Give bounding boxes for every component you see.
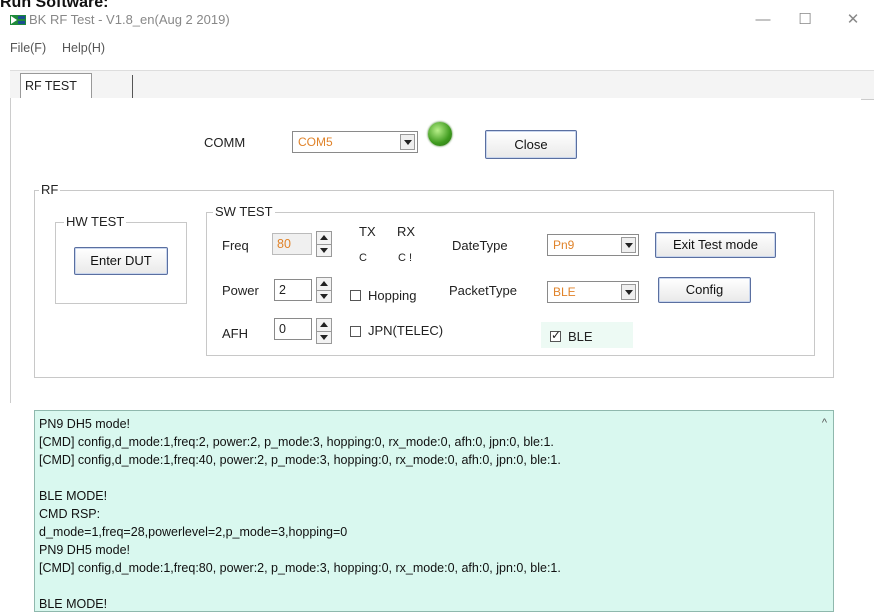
rf-group-title: RF [39, 182, 61, 197]
tab-empty[interactable] [132, 75, 133, 99]
packettype-select[interactable]: BLE [547, 281, 639, 303]
afh-stepper[interactable] [316, 318, 332, 344]
arrow-down-icon[interactable] [317, 244, 331, 256]
log-line: BLE MODE! [39, 489, 108, 503]
sw-test-title: SW TEST [213, 204, 275, 219]
menu-bar: File(F) Help(H) [0, 38, 874, 58]
exit-test-mode-button[interactable]: Exit Test mode [655, 232, 776, 258]
log-line: [CMD] config,d_mode:1,freq:40, power:2, … [39, 453, 561, 467]
jpn-telec-label: JPN(TELEC) [368, 323, 444, 338]
freq-label: Freq [222, 238, 249, 253]
connection-status-led-icon [428, 122, 452, 146]
log-line: [CMD] config,d_mode:1,freq:2, power:2, p… [39, 435, 554, 449]
log-line: PN9 DH5 mode! [39, 543, 131, 557]
maximize-button[interactable]: ☐ [790, 8, 820, 32]
power-label: Power [222, 283, 259, 298]
packettype-value: BLE [553, 285, 576, 299]
tx-label: TX [359, 224, 376, 239]
checkmark-icon: ✓ [551, 328, 562, 342]
scroll-up-icon[interactable]: ^ [822, 417, 827, 429]
packettype-label: PacketType [449, 283, 517, 298]
comm-port-value: COM5 [298, 135, 333, 149]
jpn-telec-checkbox[interactable] [350, 326, 361, 337]
chevron-down-icon[interactable] [400, 134, 415, 150]
freq-stepper[interactable] [316, 231, 332, 257]
rx-label: RX [397, 224, 416, 239]
comm-port-select[interactable]: COM5 [292, 131, 418, 153]
power-stepper[interactable] [316, 277, 332, 303]
hopping-checkbox[interactable] [350, 290, 361, 301]
close-button[interactable]: Close [485, 130, 577, 159]
config-button[interactable]: Config [658, 277, 751, 303]
datetype-select[interactable]: Pn9 [547, 234, 639, 256]
log-line: BLE MODE! [39, 597, 108, 611]
page-heading: Run Software: [0, 0, 109, 11]
comm-label: COMM [204, 135, 246, 150]
afh-input[interactable]: 0 [274, 318, 312, 340]
chevron-down-icon[interactable] [621, 284, 636, 300]
hopping-label: Hopping [368, 288, 417, 303]
log-line: [CMD] config,d_mode:1,freq:80, power:2, … [39, 561, 561, 575]
log-output[interactable]: ^ PN9 DH5 mode! [CMD] config,d_mode:1,fr… [34, 410, 834, 612]
close-window-button[interactable]: ✕ [838, 8, 868, 32]
window-title: BK RF Test - V1.8_en(Aug 2 2019) [29, 12, 230, 27]
log-line: PN9 DH5 mode! [39, 417, 131, 431]
ble-label: BLE [568, 329, 593, 344]
arrow-down-icon[interactable] [317, 290, 331, 302]
tx-radio[interactable]: C [359, 252, 367, 264]
menu-help[interactable]: Help(H) [62, 41, 105, 55]
datetype-label: DateType [452, 238, 508, 253]
log-line: CMD RSP: [39, 507, 101, 521]
hw-test-title: HW TEST [64, 214, 127, 229]
tab-rf-test[interactable]: RF TEST [20, 73, 92, 99]
afh-label: AFH [222, 326, 248, 341]
tab-rf-test-label: RF TEST [25, 79, 77, 93]
arrow-down-icon[interactable] [317, 331, 331, 343]
log-line: d_mode=1,freq=28,powerlevel=2,p_mode=3,h… [39, 525, 348, 539]
datetype-value: Pn9 [553, 238, 575, 252]
menu-file[interactable]: File(F) [10, 41, 46, 55]
freq-input[interactable]: 80 [272, 233, 312, 255]
bk-logo-icon [10, 13, 26, 27]
tab-strip: RF TEST [10, 70, 874, 100]
minimize-button[interactable]: — [748, 8, 778, 32]
rx-radio[interactable]: C ! [398, 252, 412, 264]
power-input[interactable]: 2 [274, 279, 312, 301]
chevron-down-icon[interactable] [621, 237, 636, 253]
enter-dut-button[interactable]: Enter DUT [74, 247, 168, 275]
ble-checkbox[interactable]: ✓ [550, 328, 562, 342]
